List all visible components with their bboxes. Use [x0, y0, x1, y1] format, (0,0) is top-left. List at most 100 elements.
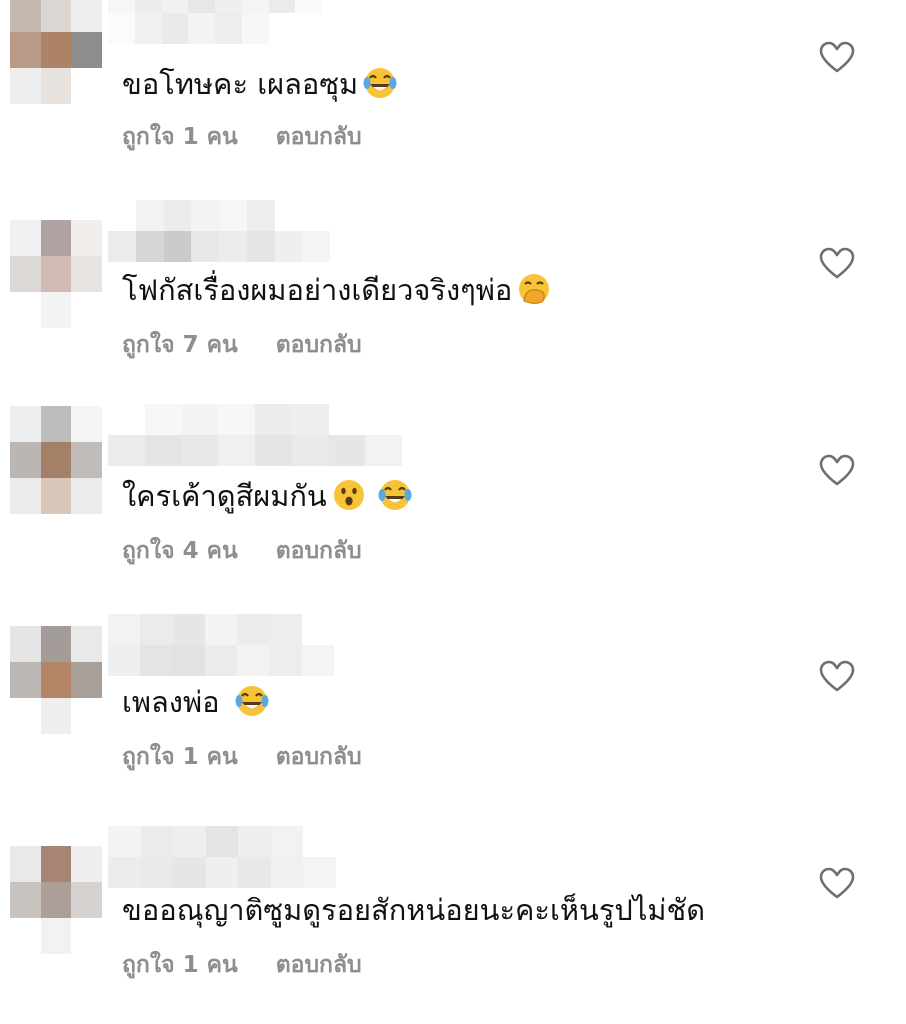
avatar-tile	[40, 442, 72, 478]
avatar-tile	[40, 918, 72, 954]
comment-body: ขอโทษคะ เผลอซุม	[122, 67, 359, 101]
avatar-tile	[10, 256, 41, 292]
username-blur-tile	[246, 231, 275, 262]
username-blurred[interactable]	[108, 0, 322, 44]
avatar-tile	[71, 698, 102, 734]
username-blur-tile	[172, 614, 205, 645]
username-blur-tile	[237, 614, 270, 645]
username-blur-tile	[241, 0, 269, 13]
username-blur-tile	[301, 645, 334, 676]
like-count[interactable]: ถูกใจ 4 คน	[122, 538, 238, 564]
avatar-tile	[10, 882, 41, 918]
avatar-tile	[40, 626, 72, 662]
avatar-tile	[40, 882, 72, 918]
comment-list: ขอโทษคะ เผลอซุม ถูกใจ 1 คน ตอบกลับ โฟกัสเ…	[0, 0, 906, 1024]
username-blur-tile	[161, 13, 189, 44]
username-blur-tile	[140, 645, 173, 676]
username-blur-tile	[268, 0, 296, 13]
username-blur-tile	[191, 231, 219, 262]
username-blur-tile	[328, 404, 366, 435]
heart-icon[interactable]	[818, 40, 856, 74]
username-blur-tile	[269, 614, 302, 645]
username-blur-tile	[255, 435, 292, 466]
username-blur-tile	[140, 614, 173, 645]
username-blur-tile	[328, 435, 366, 466]
avatar-tile	[71, 292, 102, 328]
username-blur-tile	[333, 645, 366, 676]
username-blur-tile	[108, 857, 141, 888]
like-count[interactable]: ถูกใจ 1 คน	[122, 744, 238, 770]
username-blurred[interactable]	[108, 826, 368, 888]
comment-meta: ถูกใจ 1 คน ตอบกลับ	[122, 122, 362, 152]
avatar[interactable]	[10, 220, 102, 328]
avatar[interactable]	[10, 406, 102, 514]
username-blurred[interactable]	[108, 404, 402, 466]
username-blur-tile	[181, 404, 219, 435]
username-blur-tile	[205, 826, 238, 857]
avatar-tile	[71, 846, 102, 882]
heart-icon[interactable]	[818, 246, 856, 280]
username-blur-tile	[108, 13, 135, 44]
comment-meta: ถูกใจ 1 คน ตอบกลับ	[122, 742, 362, 772]
like-count[interactable]: ถูกใจ 1 คน	[122, 124, 238, 150]
comment-meta: ถูกใจ 1 คน ตอบกลับ	[122, 950, 362, 980]
username-blur-tile	[108, 435, 145, 466]
username-blur-tile	[204, 645, 237, 676]
username-blur-tile	[191, 200, 219, 231]
avatar-tile	[10, 32, 41, 68]
username-blur-tile	[274, 231, 303, 262]
username-blur-tile	[215, 0, 242, 13]
username-blur-tile	[205, 857, 238, 888]
avatar-tile	[71, 32, 102, 68]
avatar-tile	[71, 68, 102, 104]
username-blur-tile	[135, 200, 164, 231]
avatar[interactable]	[10, 846, 102, 954]
avatar-tile	[40, 698, 72, 734]
avatar-tile	[10, 220, 41, 256]
comment-item: ขอโทษคะ เผลอซุม ถูกใจ 1 คน ตอบกลับ	[0, 0, 906, 200]
username-blur-tile	[108, 614, 141, 645]
avatar-tile	[10, 626, 41, 662]
comment-text: ขอโทษคะ เผลอซุม	[122, 64, 398, 104]
tears-of-joy-emoji-icon	[378, 480, 412, 510]
username-blur-tile	[333, 614, 366, 645]
tears-of-joy-emoji-icon	[235, 686, 268, 716]
username-blur-tile	[302, 200, 330, 231]
avatar-tile	[40, 478, 72, 514]
username-blurred[interactable]	[108, 200, 330, 262]
avatar-tile	[71, 882, 102, 918]
reply-button[interactable]: ตอบกลับ	[276, 332, 362, 358]
avatar-tile	[10, 442, 41, 478]
avatar-tile	[71, 406, 102, 442]
username-blur-tile	[163, 200, 192, 231]
avatar-tile	[10, 292, 41, 328]
heart-icon[interactable]	[818, 453, 856, 487]
like-count[interactable]: ถูกใจ 1 คน	[122, 952, 238, 978]
avatar[interactable]	[10, 0, 102, 104]
reply-button[interactable]: ตอบกลับ	[276, 538, 362, 564]
username-blur-tile	[218, 404, 255, 435]
avatar-tile	[10, 406, 41, 442]
avatar-tile	[40, 846, 72, 882]
avatar-tile	[40, 662, 72, 698]
avatar-tile	[10, 918, 41, 954]
username-blur-tile	[274, 200, 303, 231]
avatar-tile	[71, 442, 102, 478]
heart-icon[interactable]	[818, 866, 856, 900]
username-blur-tile	[365, 435, 402, 466]
username-blur-tile	[108, 231, 136, 262]
username-blur-tile	[269, 645, 302, 676]
username-blur-tile	[144, 404, 182, 435]
username-blur-tile	[134, 0, 162, 13]
avatar[interactable]	[10, 626, 102, 734]
username-blurred[interactable]	[108, 614, 366, 676]
heart-icon[interactable]	[818, 659, 856, 693]
username-blur-tile	[219, 200, 247, 231]
username-blur-tile	[291, 435, 329, 466]
reply-button[interactable]: ตอบกลับ	[276, 952, 362, 978]
reply-button[interactable]: ตอบกลับ	[276, 124, 362, 150]
username-blur-tile	[237, 645, 270, 676]
like-count[interactable]: ถูกใจ 7 คน	[122, 332, 238, 358]
reply-button[interactable]: ตอบกลับ	[276, 744, 362, 770]
username-blur-tile	[108, 404, 145, 435]
